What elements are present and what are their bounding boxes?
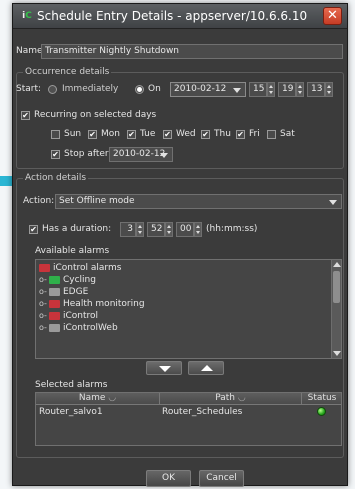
day-thu-checkbox[interactable]: ✔	[201, 130, 210, 139]
list-item[interactable]: iControl alarms	[39, 262, 121, 274]
start-date-picker[interactable]: 2010-02-12	[170, 82, 246, 97]
start-minute-input[interactable]: 19	[278, 82, 296, 97]
day-mon-label: Mon	[101, 129, 120, 139]
window-title: Schedule Entry Details - appserver/10.6.…	[37, 9, 308, 23]
remove-alarm-button[interactable]	[188, 361, 224, 375]
start-second-input[interactable]: 13	[307, 82, 325, 97]
dialog-window: iC Schedule Entry Details - appserver/10…	[12, 3, 348, 487]
status-ok-icon	[317, 407, 326, 416]
list-item[interactable]: o-iControl	[39, 310, 98, 322]
occurrence-group-title: Occurrence details	[23, 67, 112, 78]
scroll-thumb[interactable]	[333, 271, 340, 303]
close-button[interactable]: ✕	[323, 7, 342, 25]
duration-seconds-spinner[interactable]	[194, 222, 202, 237]
folder-icon	[49, 323, 60, 332]
column-header-name[interactable]: Name ◡	[36, 393, 160, 405]
action-group-title: Action details	[23, 173, 89, 184]
chevron-down-icon	[160, 153, 168, 158]
day-sun-checkbox[interactable]	[51, 130, 60, 139]
available-alarms-tree[interactable]: iControl alarms o- Cycling o- EDGE o- Healt…	[35, 259, 342, 359]
action-select-value: Set Offline mode	[59, 196, 135, 206]
selected-alarms-table[interactable]: Name ◡ Path ◡ Status Router_salvo1 Route…	[35, 392, 342, 446]
start-minute-spinner[interactable]	[296, 82, 304, 97]
day-fri-checkbox[interactable]: ✔	[236, 130, 245, 139]
duration-format-label: (hh:mm:ss)	[206, 224, 258, 234]
duration-label: Has a duration:	[42, 224, 112, 234]
tree-expand-icon[interactable]: o-	[39, 286, 49, 298]
column-header-status[interactable]: Status	[302, 393, 342, 405]
ok-button[interactable]: OK	[146, 470, 191, 487]
list-item[interactable]: o- EDGE	[39, 286, 88, 298]
duration-seconds-input[interactable]: 00	[176, 222, 194, 237]
start-date-value: 2010-02-12	[174, 84, 227, 94]
on-radio[interactable]	[135, 85, 144, 94]
stop-after-checkbox[interactable]: ✔	[51, 150, 60, 159]
list-item[interactable]: o- Cycling	[39, 274, 96, 286]
duration-minutes-input[interactable]: 52	[147, 222, 165, 237]
available-alarms-label: Available alarms	[35, 246, 110, 256]
day-sat-label: Sat	[280, 129, 295, 139]
folder-icon	[49, 275, 60, 284]
day-wed-checkbox[interactable]: ✔	[163, 130, 172, 139]
on-label: On	[148, 84, 161, 94]
stop-after-label: Stop after	[64, 149, 109, 159]
day-sat-checkbox[interactable]	[267, 130, 276, 139]
folder-icon	[49, 287, 60, 296]
chevron-down-icon	[233, 88, 241, 93]
tree-expand-icon[interactable]: o-	[39, 298, 49, 310]
list-item[interactable]: o- Health monitoring	[39, 298, 145, 310]
start-hour-spinner[interactable]	[267, 82, 275, 97]
folder-icon	[49, 311, 60, 320]
name-input[interactable]: Transmitter Nightly Shutdown	[41, 44, 343, 59]
start-label: Start:	[16, 84, 42, 94]
cancel-button[interactable]: Cancel	[199, 470, 244, 487]
column-header-path[interactable]: Path ◡	[160, 393, 302, 405]
day-mon-checkbox[interactable]: ✔	[88, 130, 97, 139]
day-sun-label: Sun	[64, 129, 82, 139]
scroll-down-icon[interactable]	[333, 351, 341, 356]
cell-name: Router_salvo1	[39, 407, 103, 417]
cell-path: Router_Schedules	[162, 407, 243, 417]
sort-icon: ◡	[237, 393, 246, 403]
recurring-checkbox[interactable]: ✔	[21, 111, 30, 120]
tree-expand-icon[interactable]: o-	[39, 310, 49, 322]
close-icon: ✕	[327, 8, 338, 23]
duration-minutes-spinner[interactable]	[165, 222, 173, 237]
add-alarm-button[interactable]	[146, 361, 182, 375]
chevron-down-icon	[329, 200, 337, 205]
alarms-scrollbar[interactable]	[331, 260, 341, 358]
day-tue-label: Tue	[140, 129, 156, 139]
day-fri-label: Fri	[249, 129, 260, 139]
arrow-up-icon	[201, 365, 213, 371]
recurring-label: Recurring on selected days	[34, 110, 157, 120]
scroll-up-icon[interactable]	[333, 262, 341, 267]
list-item[interactable]: o-iControlWeb	[39, 322, 118, 334]
action-select[interactable]: Set Offline mode	[55, 194, 342, 209]
duration-hours-input[interactable]: 3	[120, 222, 136, 237]
selected-alarms-label: Selected alarms	[35, 380, 108, 390]
duration-checkbox[interactable]: ✔	[29, 225, 38, 234]
folder-icon	[39, 263, 50, 272]
action-label: Action:	[23, 196, 55, 206]
start-second-spinner[interactable]	[325, 82, 333, 97]
immediately-label: Immediately	[62, 84, 119, 94]
stop-after-date-value: 2010-02-12	[113, 149, 166, 159]
day-thu-label: Thu	[214, 129, 231, 139]
folder-icon	[49, 299, 60, 308]
sort-icon: ◡	[108, 393, 117, 403]
day-tue-checkbox[interactable]: ✔	[127, 130, 136, 139]
stop-after-date-picker[interactable]: 2010-02-12	[109, 147, 173, 162]
tree-expand-icon[interactable]: o-	[39, 322, 49, 334]
title-bar[interactable]: iC Schedule Entry Details - appserver/10…	[13, 4, 347, 29]
duration-hours-spinner[interactable]	[136, 222, 144, 237]
arrow-down-icon	[159, 366, 171, 372]
start-hour-input[interactable]: 15	[249, 82, 267, 97]
table-header: Name ◡ Path ◡ Status	[36, 393, 341, 405]
tree-expand-icon[interactable]: o-	[39, 274, 49, 286]
app-icon: iC	[22, 11, 32, 21]
immediately-radio[interactable]	[48, 85, 57, 94]
day-wed-label: Wed	[176, 129, 196, 139]
